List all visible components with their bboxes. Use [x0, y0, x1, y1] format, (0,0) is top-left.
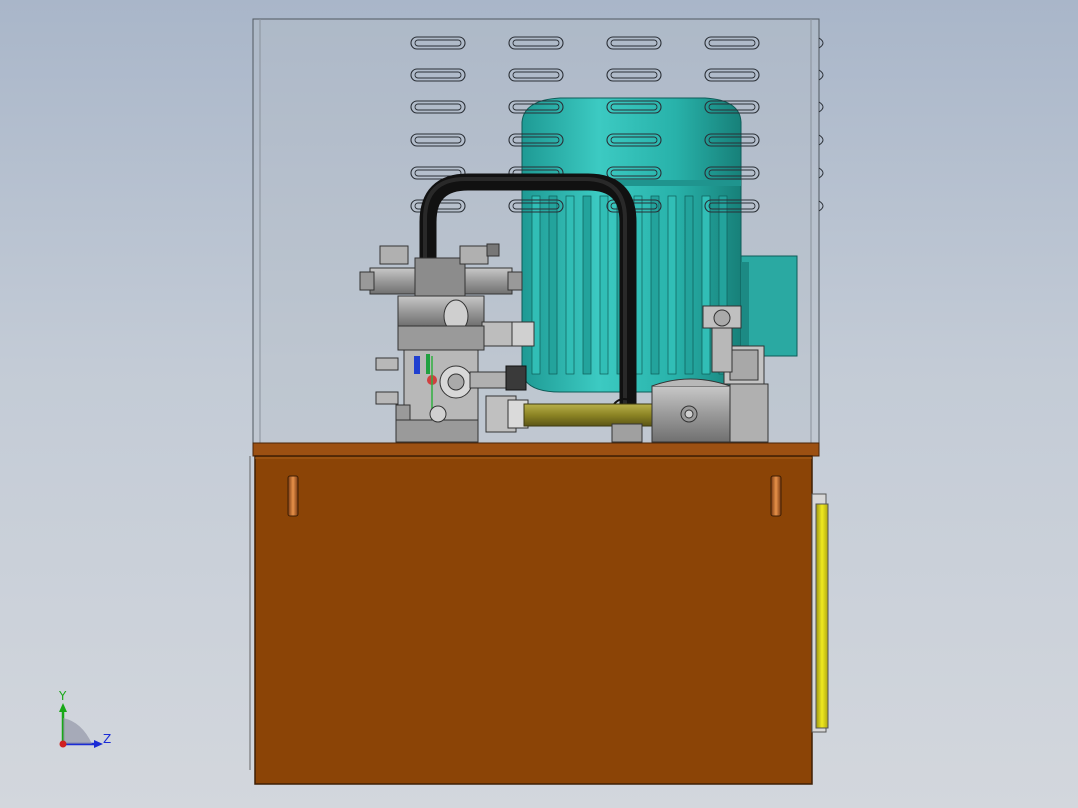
- coordinate-triad: Y Z: [58, 689, 111, 748]
- motor-fin: [565, 195, 575, 375]
- z-axis-arrowhead: [94, 740, 103, 748]
- side-vent-notch: [818, 69, 824, 81]
- graphics-viewport[interactable]: Y Z: [0, 0, 1078, 808]
- motor-fin: [650, 195, 660, 375]
- hydraulic-power-unit-model[interactable]: Y Z: [0, 0, 1078, 808]
- motor-fin: [667, 195, 677, 375]
- motor-fin: [599, 195, 609, 375]
- tank-top-plate[interactable]: [252, 442, 820, 457]
- side-vent-notch: [818, 200, 824, 212]
- motor-fin: [531, 195, 541, 375]
- y-axis-arrowhead: [59, 703, 67, 712]
- side-vent-notch: [818, 101, 824, 113]
- tank-lifting-handle-left: [287, 475, 299, 517]
- side-vent-notch: [818, 37, 824, 49]
- y-axis-label: Y: [58, 689, 67, 703]
- motor-fin: [701, 195, 711, 375]
- z-axis-label: Z: [103, 732, 111, 746]
- motor-fin: [582, 195, 592, 375]
- motor-terminal-box: [740, 255, 798, 357]
- triad-plane: [63, 718, 92, 744]
- oil-tank[interactable]: [249, 455, 813, 785]
- tank-lifting-handle-right: [770, 475, 782, 517]
- side-access-cover[interactable]: [811, 493, 829, 733]
- motor-fin: [684, 195, 694, 375]
- side-vent-notch: [818, 167, 824, 179]
- side-vent-notch: [818, 134, 824, 146]
- origin-point: [59, 740, 67, 748]
- motor-fin: [548, 195, 558, 375]
- side-vent-notches: [818, 37, 824, 212]
